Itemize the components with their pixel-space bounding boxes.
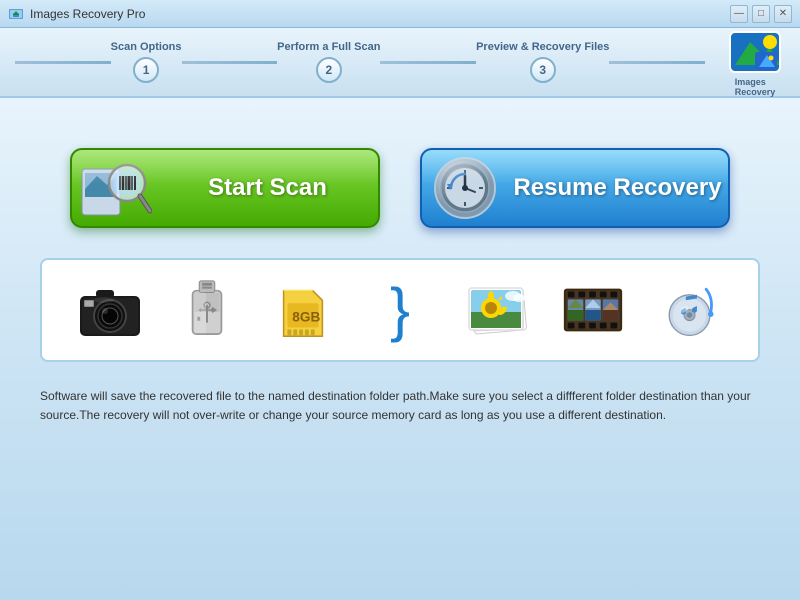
photo-svg	[463, 280, 531, 340]
resume-recovery-button[interactable]: Resume Recovery	[420, 148, 730, 228]
step-2-label: Perform a Full Scan	[277, 41, 380, 53]
start-scan-label: Start Scan	[157, 174, 378, 202]
film-icon	[553, 275, 633, 345]
main-content: Start Scan	[0, 98, 800, 600]
step-1-circle: 1	[133, 57, 159, 83]
step-line-before-1	[15, 61, 111, 64]
step-line-1-2	[182, 61, 278, 64]
resume-icon	[431, 154, 499, 222]
sd-card-svg: 8GB	[273, 276, 333, 344]
device-icons-row: 8GB }	[40, 258, 760, 362]
svg-text:8GB: 8GB	[293, 310, 321, 325]
bracket-separator: }	[360, 275, 440, 345]
step-1-label: Scan Options	[111, 41, 182, 53]
title-bar: Images Recovery Pro — □ ✕	[0, 0, 800, 28]
title-controls: — □ ✕	[730, 5, 792, 23]
step-3-circle: 3	[530, 57, 556, 83]
scan-icon	[77, 151, 152, 226]
photo-icon	[457, 275, 537, 345]
step-2: Perform a Full Scan 2	[277, 41, 380, 83]
resume-label: Resume Recovery	[507, 174, 728, 202]
step-1: Scan Options 1	[111, 41, 182, 83]
buttons-row: Start Scan	[40, 148, 760, 228]
start-scan-icon-area	[72, 148, 157, 228]
audio-icon	[650, 275, 730, 345]
logo-icon	[725, 27, 785, 77]
step-bar: Scan Options 1 Perform a Full Scan 2 Pre…	[0, 28, 800, 98]
minimize-button[interactable]: —	[730, 5, 748, 23]
usb-drive-icon	[167, 275, 247, 345]
film-svg	[559, 280, 627, 340]
step-line-2-3	[380, 61, 476, 64]
step-2-circle: 2	[316, 57, 342, 83]
music-svg	[660, 280, 720, 340]
maximize-button[interactable]: □	[752, 5, 770, 23]
logo-area: ImagesRecovery	[725, 27, 785, 97]
title-text: Images Recovery Pro	[30, 7, 145, 21]
steps-container: Scan Options 1 Perform a Full Scan 2 Pre…	[15, 41, 705, 83]
close-button[interactable]: ✕	[774, 5, 792, 23]
sd-card-icon: 8GB	[263, 275, 343, 345]
step-line-after-3	[609, 61, 705, 64]
app-icon	[8, 6, 24, 22]
resume-icon-area	[422, 148, 507, 228]
step-3: Preview & Recovery Files 3	[476, 41, 609, 83]
info-text: Software will save the recovered file to…	[40, 387, 760, 425]
step-3-label: Preview & Recovery Files	[476, 41, 609, 53]
title-bar-left: Images Recovery Pro	[8, 6, 145, 22]
start-scan-button[interactable]: Start Scan	[70, 148, 380, 228]
usb-svg	[177, 276, 237, 344]
camera-device-icon	[70, 275, 150, 345]
logo-label: ImagesRecovery	[735, 77, 776, 97]
camera-svg	[74, 280, 146, 340]
